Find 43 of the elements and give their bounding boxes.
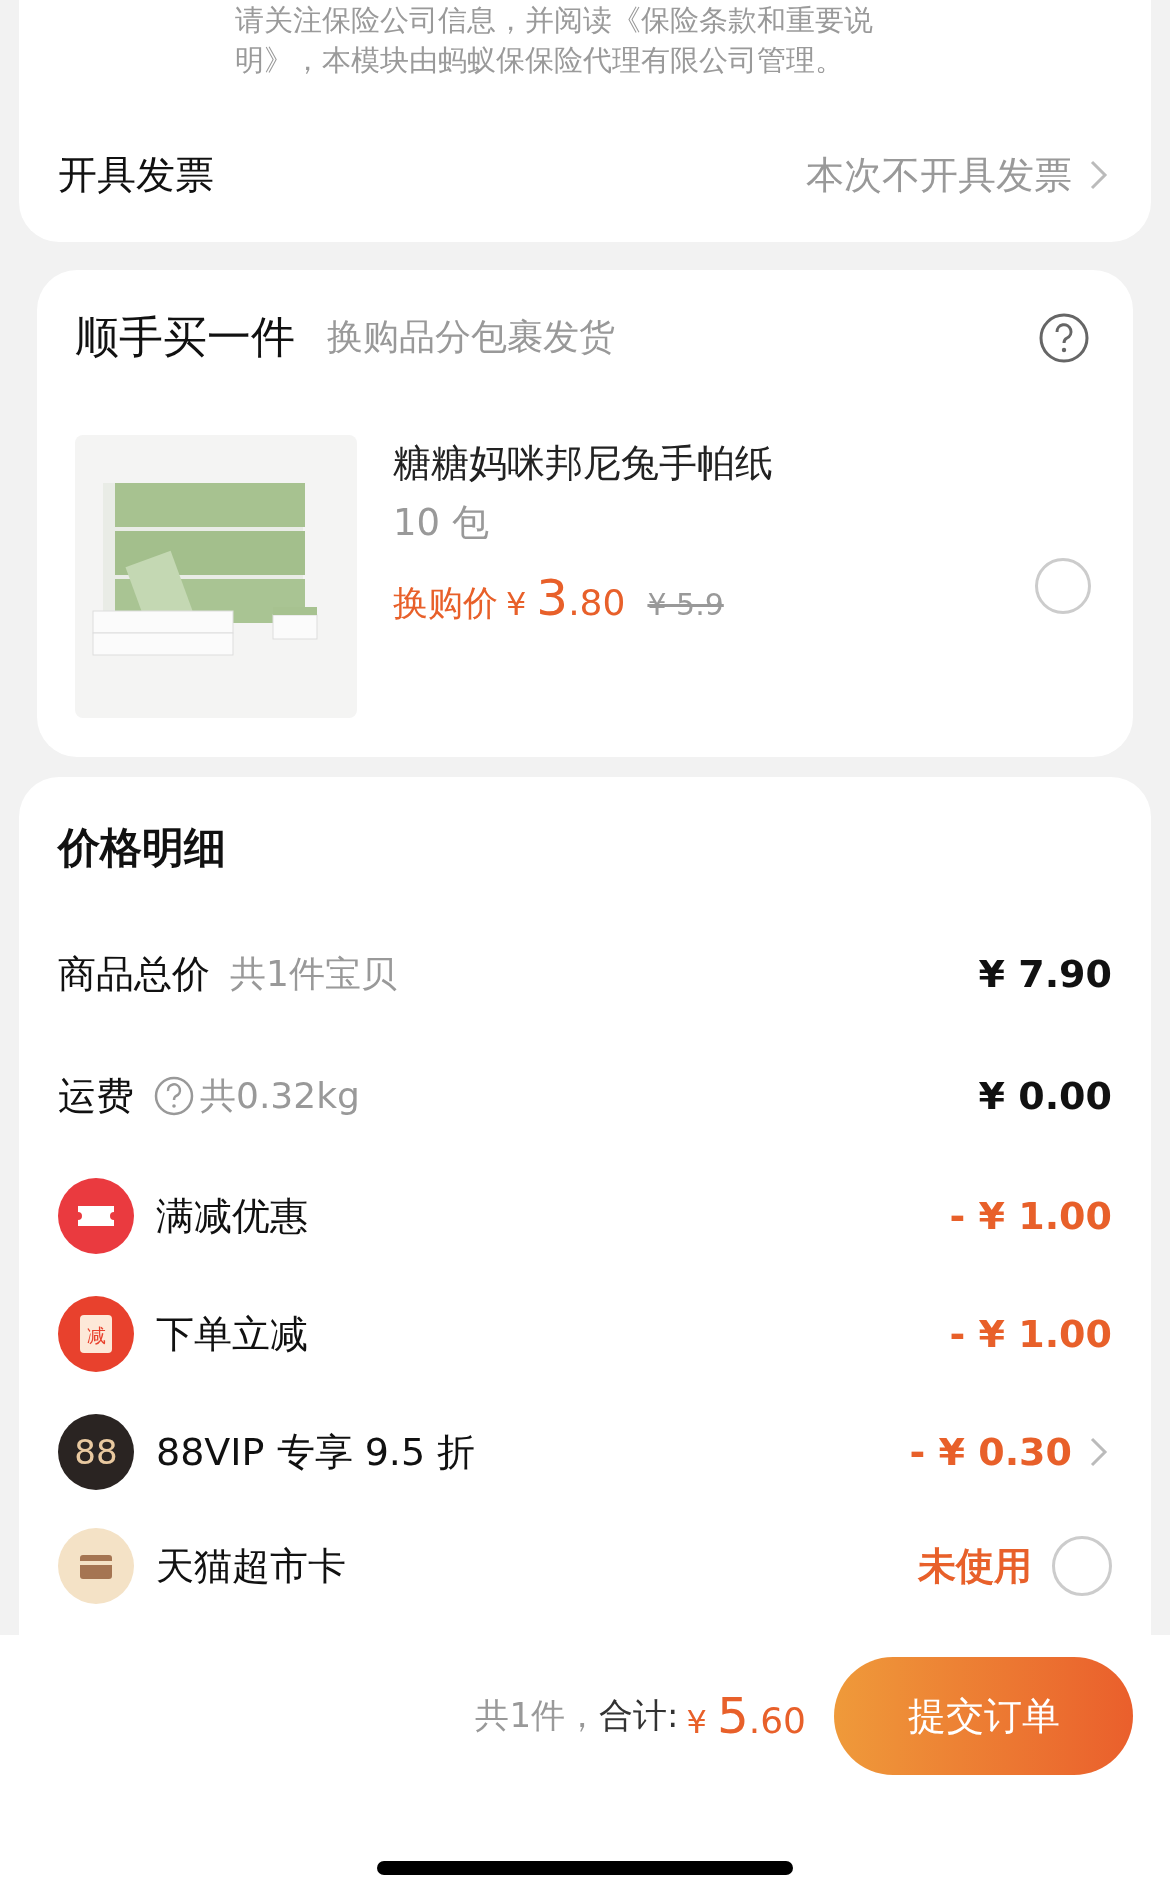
submit-order-button[interactable]: 提交订单 bbox=[834, 1657, 1133, 1775]
radio-button[interactable] bbox=[1052, 1536, 1112, 1596]
help-icon[interactable] bbox=[1039, 312, 1089, 363]
row-amount: 未使用 bbox=[918, 1542, 1032, 1590]
price-label: 换购价 bbox=[393, 582, 498, 625]
row-label: 下单立减 bbox=[156, 1310, 308, 1358]
total-decimal: .60 bbox=[748, 1700, 806, 1741]
invoice-value[interactable]: 本次不开具发票 bbox=[806, 149, 1072, 201]
total-integer: 5 bbox=[716, 1687, 749, 1745]
row-label: 满减优惠 bbox=[156, 1192, 308, 1240]
help-icon[interactable] bbox=[154, 1076, 194, 1116]
row-label: 天猫超市卡 bbox=[156, 1542, 346, 1590]
section-title: 顺手买一件 bbox=[75, 310, 295, 364]
row-amount: - ¥ 0.30 bbox=[909, 1430, 1072, 1474]
row-amount: ¥ 7.90 bbox=[978, 952, 1112, 996]
vip-icon: 88 bbox=[58, 1414, 134, 1490]
row-label: 运费 bbox=[58, 1072, 134, 1120]
insurance-note: 请关注保险公司信息，并阅读《保险条款和重要说 bbox=[234, 2, 874, 39]
total-label: 合计: bbox=[599, 1694, 679, 1737]
section-subtitle: 换购品分包裹发货 bbox=[327, 315, 615, 359]
card-icon bbox=[58, 1528, 134, 1604]
ticket-icon bbox=[58, 1178, 134, 1254]
row-label: 商品总价 bbox=[58, 950, 210, 998]
price-integer: 3 bbox=[536, 569, 569, 627]
envelope-icon: 减 bbox=[58, 1296, 134, 1372]
section-title: 价格明细 bbox=[58, 822, 227, 874]
currency-symbol: ¥ bbox=[686, 1703, 707, 1741]
row-amount: - ¥ 1.00 bbox=[949, 1312, 1112, 1356]
radio-button[interactable] bbox=[1035, 557, 1091, 614]
insurance-note: 明》，本模块由蚂蚁保保险代理有限公司管理。 bbox=[234, 42, 845, 79]
product-name: 糖糖妈咪邦尼兔手帕纸 bbox=[393, 440, 774, 487]
product-spec: 10 包 bbox=[393, 500, 490, 546]
row-amount: - ¥ 1.00 bbox=[949, 1194, 1112, 1238]
price-decimal: .80 bbox=[568, 582, 626, 623]
row-note: 共0.32kg bbox=[200, 1073, 360, 1118]
item-count: 共1件， bbox=[475, 1694, 600, 1737]
invoice-label: 开具发票 bbox=[58, 151, 214, 199]
row-note: 共1件宝贝 bbox=[230, 951, 397, 996]
currency-symbol: ¥ bbox=[506, 585, 527, 623]
row-amount: ¥ 0.00 bbox=[978, 1074, 1112, 1118]
row-label: 88VIP 专享 9.5 折 bbox=[156, 1428, 476, 1476]
original-price: ¥ 5.9 bbox=[647, 587, 724, 622]
home-indicator[interactable] bbox=[377, 1861, 793, 1875]
